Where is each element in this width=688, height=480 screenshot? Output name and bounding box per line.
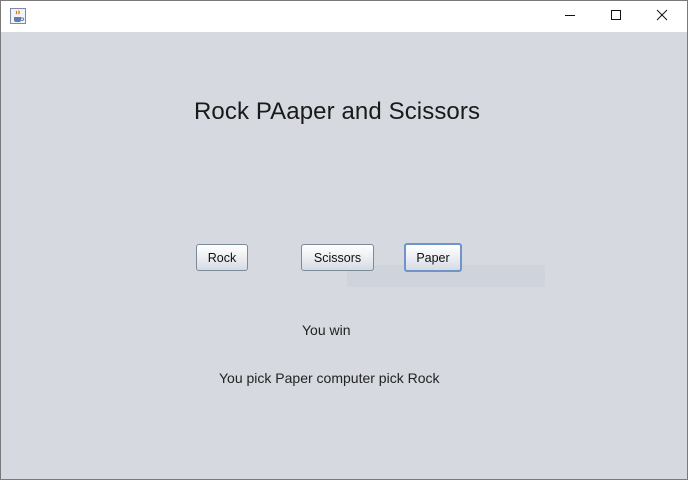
app-window: Rock PAaper and Scissors Rock Scissors P…: [0, 0, 688, 480]
maximize-button[interactable]: [593, 1, 639, 32]
paper-button-label: Paper: [416, 250, 450, 265]
picks-label: You pick Paper computer pick Rock: [219, 370, 440, 386]
scissors-button[interactable]: Scissors: [301, 244, 374, 271]
java-cup-icon: [10, 8, 26, 24]
rock-button[interactable]: Rock: [196, 244, 248, 271]
close-icon: [656, 8, 668, 26]
game-panel: Rock PAaper and Scissors Rock Scissors P…: [1, 32, 687, 479]
title-bar[interactable]: [1, 1, 687, 32]
minimize-icon: [564, 8, 576, 26]
minimize-button[interactable]: [547, 1, 593, 32]
game-title: Rock PAaper and Scissors: [194, 98, 481, 125]
maximize-icon: [610, 8, 622, 26]
close-button[interactable]: [639, 1, 685, 32]
result-label: You win: [302, 322, 351, 338]
paper-button[interactable]: Paper: [404, 243, 462, 272]
